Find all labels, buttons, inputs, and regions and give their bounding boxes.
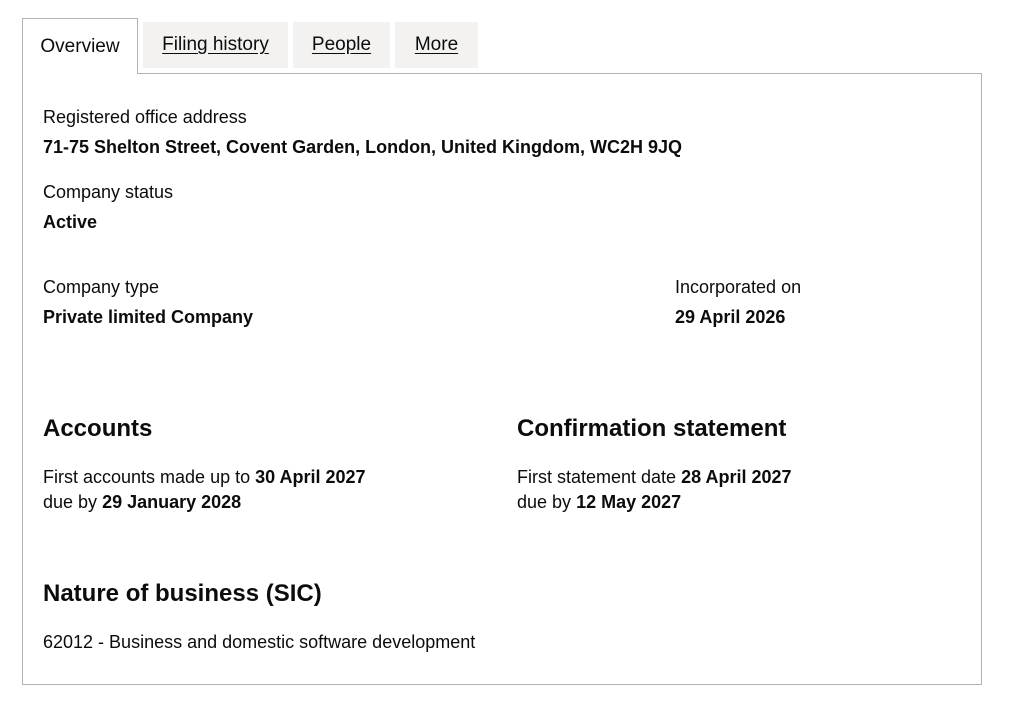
company-type-label: Company type bbox=[43, 277, 160, 297]
accounts-due-date: 29 January 2028 bbox=[102, 492, 242, 512]
first-accounts-line: First accounts made up to 30 April 2027 bbox=[43, 465, 366, 489]
registered-office-value: 71-75 Shelton Street, Covent Garden, Lon… bbox=[43, 137, 683, 157]
tab-overview[interactable]: Overview bbox=[22, 18, 138, 74]
sic-entry: 62012 - Business and domestic software d… bbox=[43, 632, 476, 652]
accounts-due-prefix: due by bbox=[43, 492, 98, 512]
first-statement-date: 28 April 2027 bbox=[681, 467, 792, 487]
confirmation-due-date: 12 May 2027 bbox=[576, 492, 682, 512]
first-statement-line: First statement date 28 April 2027 bbox=[517, 465, 792, 489]
registered-office-label: Registered office address bbox=[43, 107, 247, 127]
accounts-heading: Accounts bbox=[43, 415, 153, 442]
incorporated-label: Incorporated on bbox=[675, 277, 802, 297]
incorporated-value: 29 April 2026 bbox=[675, 307, 786, 327]
confirmation-due-prefix: due by bbox=[517, 492, 572, 512]
first-accounts-prefix: First accounts made up to bbox=[43, 467, 251, 487]
company-status-value: Active bbox=[43, 212, 98, 232]
first-statement-prefix: First statement date bbox=[517, 467, 677, 487]
accounts-due-line: due by 29 January 2028 bbox=[43, 490, 241, 514]
confirmation-heading: Confirmation statement bbox=[517, 415, 787, 442]
overview-panel: Registered office address 71-75 Shelton … bbox=[22, 73, 982, 685]
tab-filing-history[interactable]: Filing history bbox=[143, 22, 288, 68]
tab-more[interactable]: More bbox=[395, 22, 478, 68]
sic-heading: Nature of business (SIC) bbox=[43, 580, 322, 607]
company-type-value: Private limited Company bbox=[43, 307, 254, 327]
tab-people[interactable]: People bbox=[293, 22, 390, 68]
company-status-label: Company status bbox=[43, 182, 174, 202]
confirmation-due-line: due by 12 May 2027 bbox=[517, 490, 681, 514]
first-accounts-date: 30 April 2027 bbox=[255, 467, 366, 487]
